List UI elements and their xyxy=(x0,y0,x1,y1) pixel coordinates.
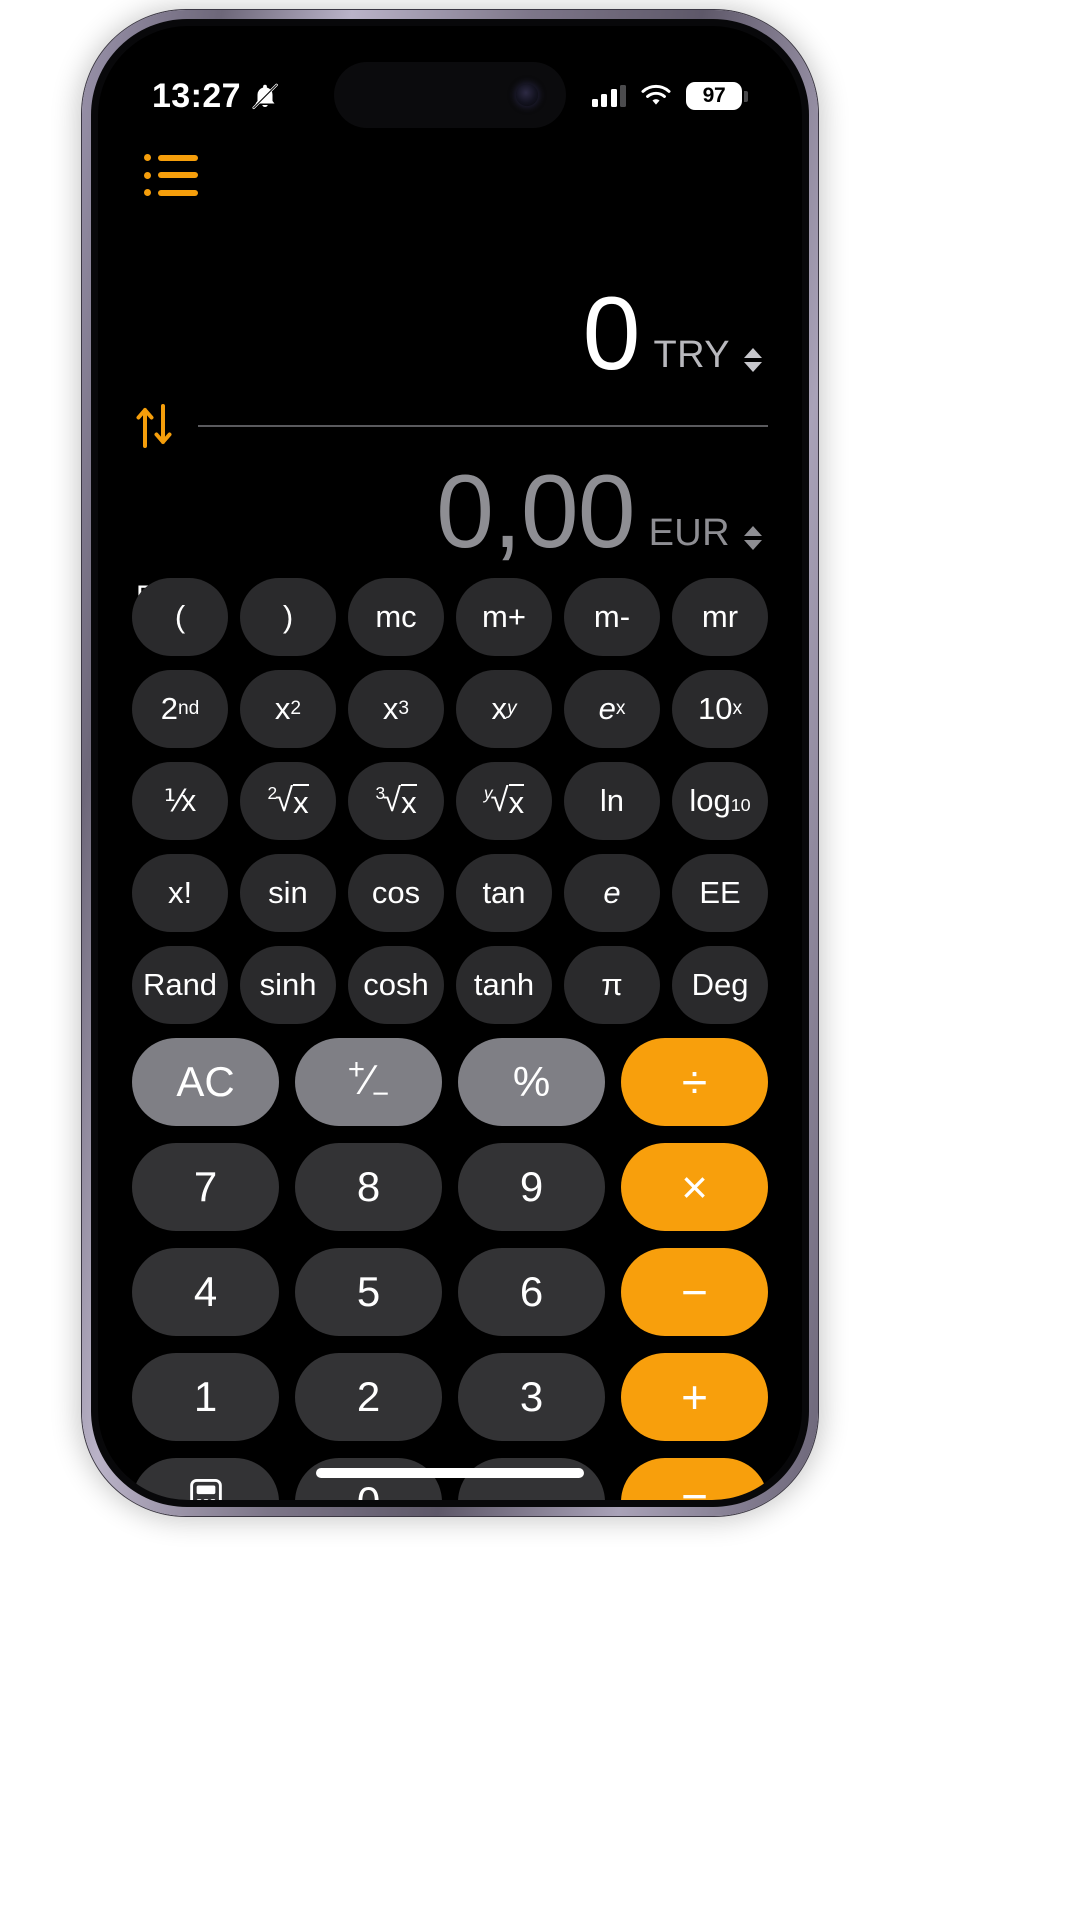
sci-key-cbrt[interactable]: 3 √ x xyxy=(348,762,444,840)
key-label: 2 xyxy=(356,1373,381,1420)
key-digit-6[interactable]: 6 xyxy=(458,1248,605,1336)
sci-key-exp-e[interactable]: ex xyxy=(564,670,660,748)
key-label: 9 xyxy=(519,1163,544,1210)
key-sign-toggle[interactable]: +⁄− xyxy=(295,1038,442,1126)
key-label: + xyxy=(681,1371,708,1423)
key-equals[interactable]: = xyxy=(621,1458,768,1500)
history-list-icon[interactable] xyxy=(144,154,198,196)
key-digit-7[interactable]: 7 xyxy=(132,1143,279,1231)
key-add[interactable]: + xyxy=(621,1353,768,1441)
key-digit-8[interactable]: 8 xyxy=(295,1143,442,1231)
key-label: 7 xyxy=(193,1163,218,1210)
key-subtract[interactable]: − xyxy=(621,1248,768,1336)
sci-key-deg[interactable]: Deg xyxy=(672,946,768,1024)
sci-key-close-paren[interactable]: ) xyxy=(240,578,336,656)
sci-key-ln[interactable]: ln xyxy=(564,762,660,840)
sci-key-ee[interactable]: EE xyxy=(672,854,768,932)
primary-value: 0 xyxy=(582,276,641,392)
sci-key-pi[interactable]: π xyxy=(564,946,660,1024)
key-digit-9[interactable]: 9 xyxy=(458,1143,605,1231)
secondary-unit-label: EUR xyxy=(648,512,730,554)
chevron-up-down-icon[interactable] xyxy=(744,526,762,564)
key-label: ÷ xyxy=(681,1056,708,1108)
sci-key-memory-add[interactable]: m+ xyxy=(456,578,552,656)
sci-key-power-y[interactable]: xy xyxy=(456,670,552,748)
device-bezel: 13:27 97 0 TRY 0,00 EUR () mc m+ m- mr … xyxy=(91,19,809,1507)
key-label: 6 xyxy=(519,1268,544,1315)
sci-key-factorial[interactable]: x! xyxy=(132,854,228,932)
sci-key-memory-recall[interactable]: mr xyxy=(672,578,768,656)
scientific-keypad: () mc m+ m-mr 2nd x 2 x 3 x y e x 10 x ⅟x 2 √ x 3 √ x y √ x ln log… xyxy=(132,578,768,1024)
key-percent[interactable]: % xyxy=(458,1038,605,1126)
screenshot-stage: 13:27 97 0 TRY 0,00 EUR () mc m+ m- mr … xyxy=(0,0,1080,1920)
key-label: % xyxy=(512,1058,551,1105)
sci-key-square[interactable]: x2 xyxy=(240,670,336,748)
sci-key-cube[interactable]: x3 xyxy=(348,670,444,748)
key-all-clear[interactable]: AC xyxy=(132,1038,279,1126)
key-digit-0[interactable]: 0 xyxy=(295,1458,442,1500)
key-decimal-comma[interactable]: , xyxy=(458,1458,605,1500)
sci-key-tanh[interactable]: tanh xyxy=(456,946,552,1024)
primary-unit-label: TRY xyxy=(653,334,730,376)
key-digit-3[interactable]: 3 xyxy=(458,1353,605,1441)
calculator-icon xyxy=(189,1479,222,1500)
key-label: AC xyxy=(176,1058,235,1105)
key-label: 3 xyxy=(519,1373,544,1420)
chevron-up-down-icon[interactable] xyxy=(744,348,762,386)
sci-key-sqrt[interactable]: 2 √ x xyxy=(240,762,336,840)
key-label: , xyxy=(525,1477,537,1500)
key-label: − xyxy=(681,1266,708,1318)
sci-key-nth-root[interactable]: y √ x xyxy=(456,762,552,840)
key-digit-5[interactable]: 5 xyxy=(295,1248,442,1336)
home-indicator[interactable] xyxy=(316,1468,584,1478)
divider-line xyxy=(198,425,768,427)
key-label: 4 xyxy=(193,1268,218,1315)
sci-key-tan[interactable]: tan xyxy=(456,854,552,932)
sci-key-cosh[interactable]: cosh xyxy=(348,946,444,1024)
sci-key-sin[interactable]: sin xyxy=(240,854,336,932)
sci-key-exp-10[interactable]: 10 x xyxy=(672,670,768,748)
secondary-value: 0,00 xyxy=(436,454,635,570)
swap-vertical-arrows-icon[interactable] xyxy=(132,402,176,450)
key-divide[interactable]: ÷ xyxy=(621,1038,768,1126)
sci-key-euler[interactable]: e xyxy=(564,854,660,932)
sci-key-memory-clear[interactable]: mc xyxy=(348,578,444,656)
sci-key-second[interactable]: 2nd xyxy=(132,670,228,748)
key-label: 1 xyxy=(193,1373,218,1420)
key-label: 8 xyxy=(356,1163,381,1210)
key-label: × xyxy=(681,1161,708,1213)
key-label: 0 xyxy=(357,1478,380,1500)
iphone-device-frame: 13:27 97 0 TRY 0,00 EUR () mc m+ m- mr … xyxy=(82,10,818,1516)
sci-key-random[interactable]: Rand xyxy=(132,946,228,1024)
sci-key-log10[interactable]: log 10 xyxy=(672,762,768,840)
converter-display: 0 TRY 0,00 EUR xyxy=(132,282,768,614)
sci-key-open-paren[interactable]: ( xyxy=(132,578,228,656)
phone-screen: 13:27 97 0 TRY 0,00 EUR () mc m+ m- mr … xyxy=(98,26,802,1500)
key-basic-mode[interactable] xyxy=(132,1458,279,1500)
calculator-app: 0 TRY 0,00 EUR () mc m+ m- mr 2 nd x 2 … xyxy=(98,26,802,1500)
secondary-value-row[interactable]: 0,00 EUR xyxy=(132,460,768,564)
key-digit-1[interactable]: 1 xyxy=(132,1353,279,1441)
sci-key-sinh[interactable]: sinh xyxy=(240,946,336,1024)
primary-value-row[interactable]: 0 TRY xyxy=(132,282,768,386)
converter-divider-row xyxy=(132,402,768,450)
key-label: +⁄− xyxy=(347,1052,390,1111)
key-label: = xyxy=(681,1475,708,1500)
key-label: 5 xyxy=(356,1268,381,1315)
key-multiply[interactable]: × xyxy=(621,1143,768,1231)
sci-key-reciprocal[interactable]: ⅟x xyxy=(132,762,228,840)
main-keypad: AC +⁄−% ÷ 7 8 9 × 4 5 6 − 1 2 3 +0, = xyxy=(132,1038,768,1500)
key-digit-2[interactable]: 2 xyxy=(295,1353,442,1441)
sci-key-cos[interactable]: cos xyxy=(348,854,444,932)
key-digit-4[interactable]: 4 xyxy=(132,1248,279,1336)
sci-key-memory-sub[interactable]: m- xyxy=(564,578,660,656)
